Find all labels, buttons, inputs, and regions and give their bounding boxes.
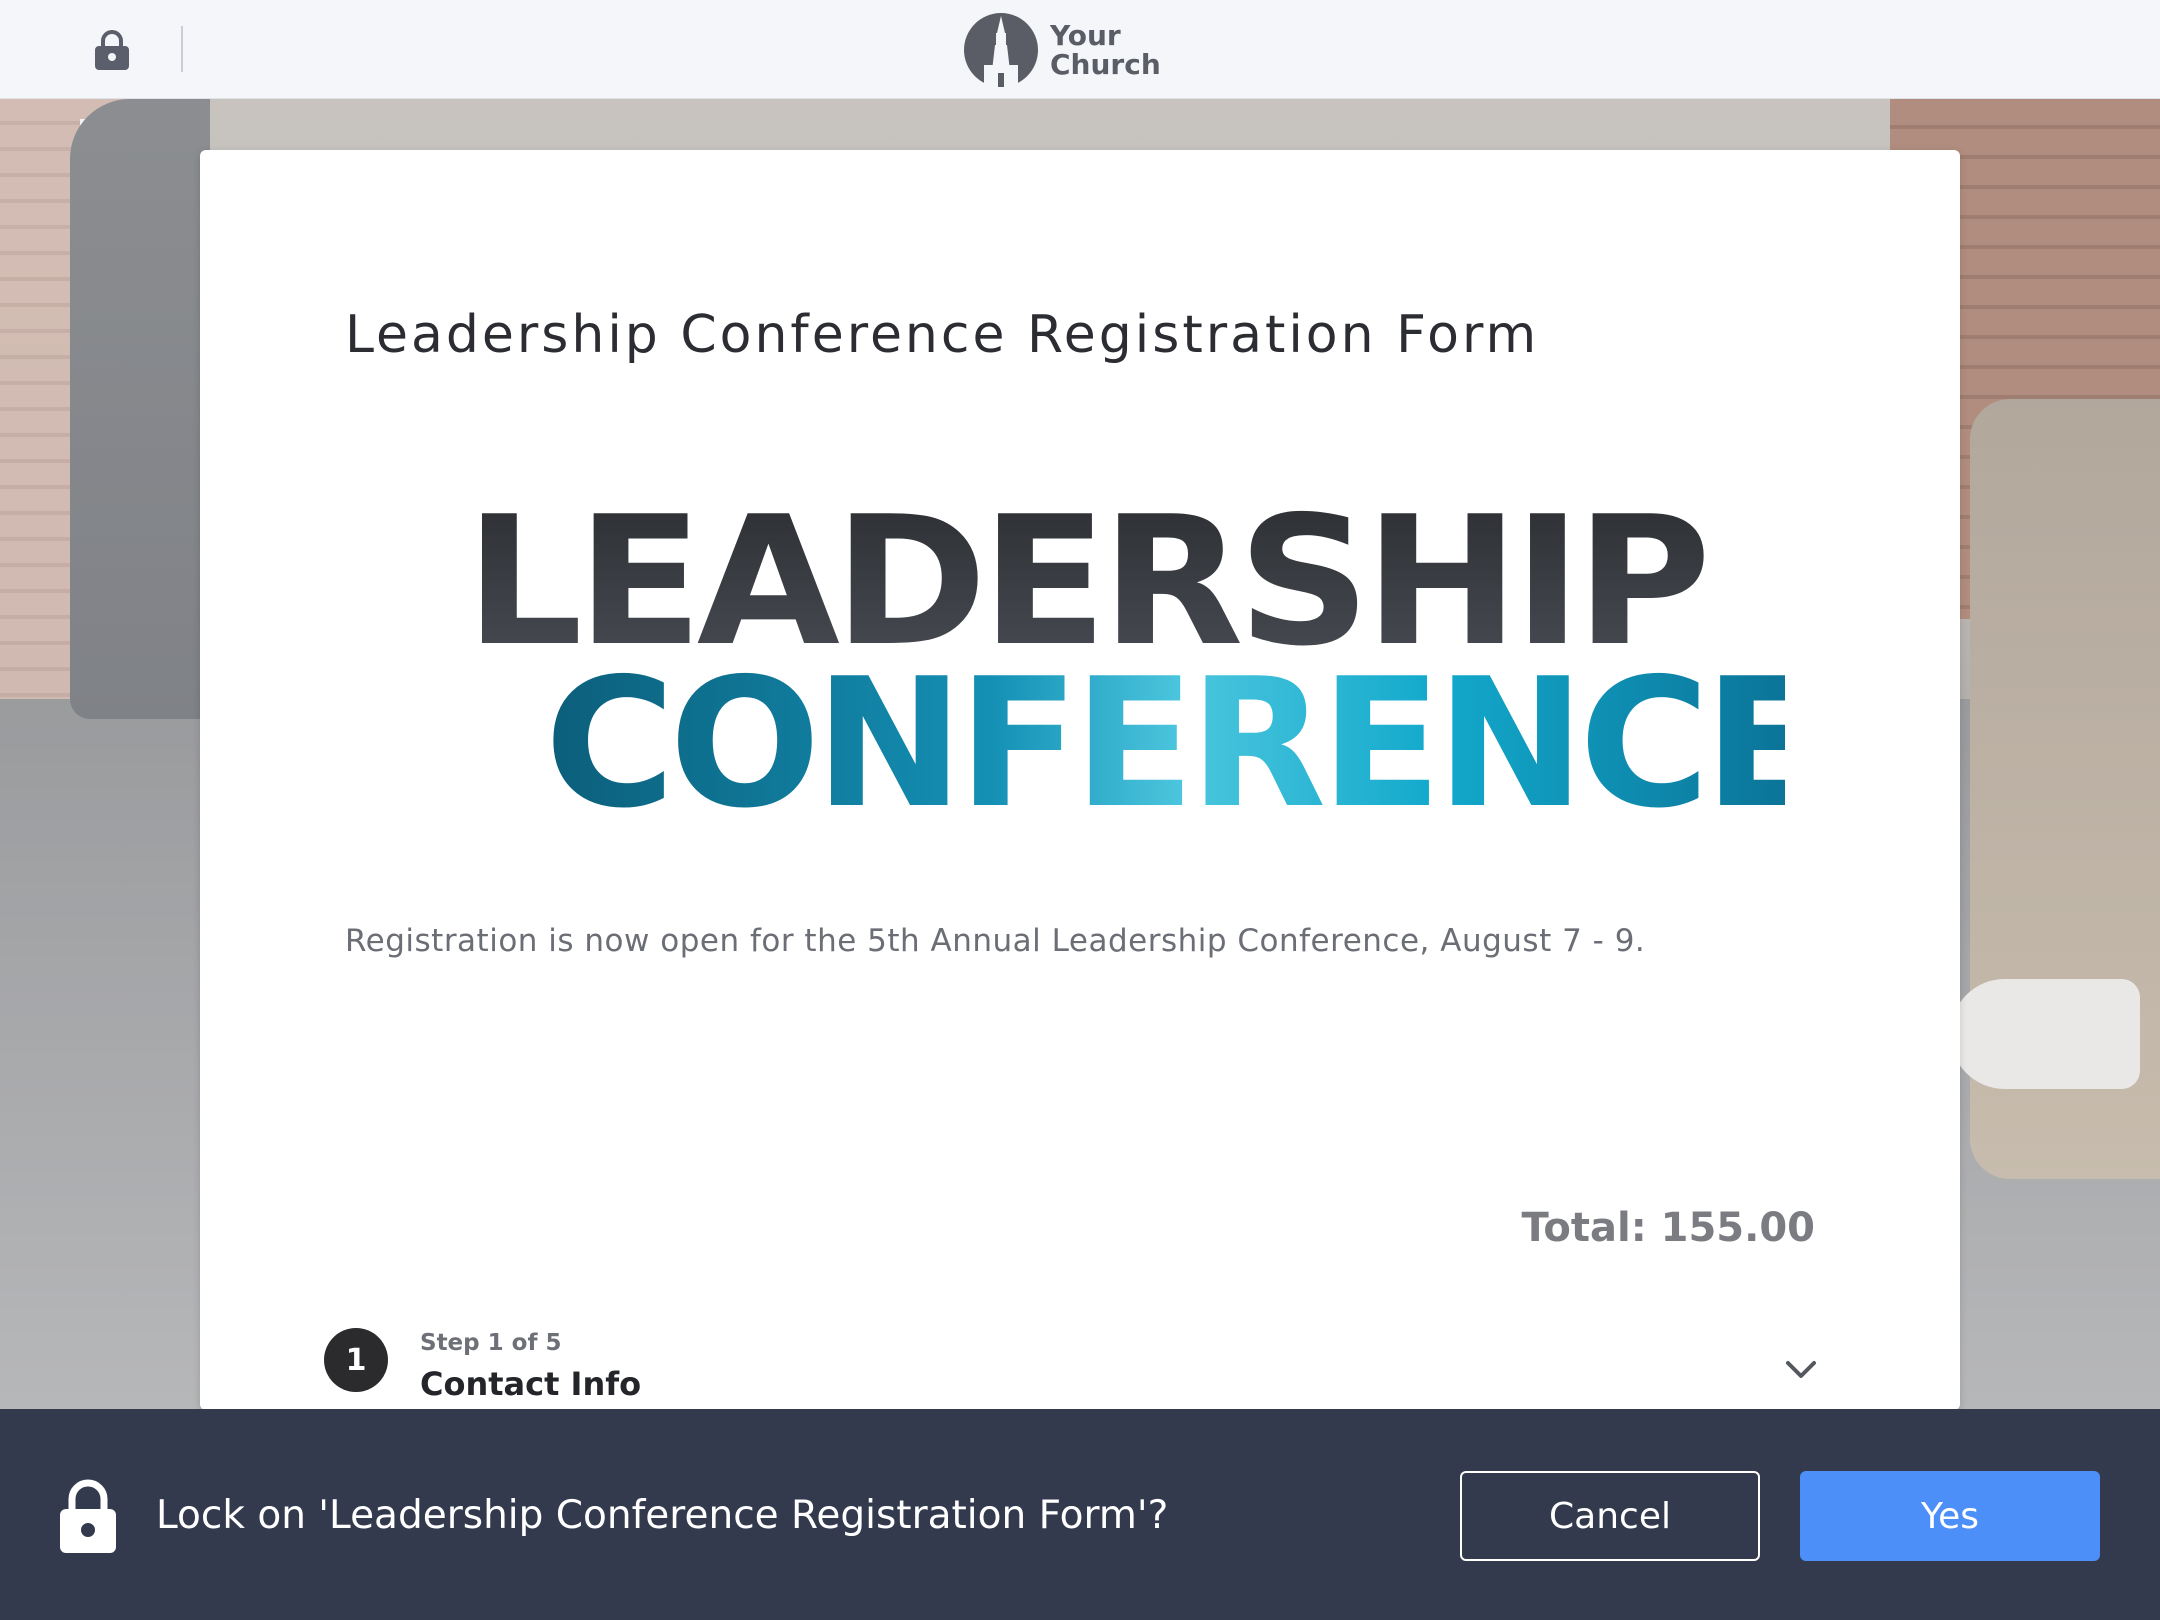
logo-line2: Church: [1050, 48, 1161, 81]
chevron-down-icon[interactable]: [1782, 1350, 1820, 1388]
banner-line2: CONFERENCE: [545, 640, 1786, 825]
step-title[interactable]: Contact Info: [420, 1365, 641, 1403]
description: Registration is now open for the 5th Ann…: [345, 923, 1646, 959]
lock-prompt: Lock on 'Leadership Conference Registrat…: [156, 1493, 1169, 1538]
total-amount: Total: 155.00: [1521, 1205, 1815, 1251]
yes-button[interactable]: Yes: [1800, 1471, 2100, 1561]
leadership-conference-banner: LEADERSHIP CONFERENCE: [465, 495, 1786, 825]
form-card: Leadership Conference Registration Form …: [200, 150, 1960, 1410]
step-number-badge: 1: [324, 1328, 388, 1392]
lock-confirm-bar: Lock on 'Leadership Conference Registrat…: [0, 1409, 2160, 1620]
divider: [181, 26, 183, 72]
form-title: Leadership Conference Registration Form: [345, 305, 1540, 365]
logo-line1: Your: [1050, 19, 1121, 52]
step-progress-label: Step 1 of 5: [420, 1330, 562, 1356]
church-logo: Your Church: [962, 13, 1161, 87]
logo-text: Your Church: [1050, 21, 1161, 79]
lock-icon[interactable]: [94, 30, 130, 70]
top-bar: Your Church: [0, 0, 2160, 99]
lock-icon: [60, 1479, 116, 1553]
steeple-icon: [964, 13, 1038, 87]
cancel-button[interactable]: Cancel: [1460, 1471, 1760, 1561]
